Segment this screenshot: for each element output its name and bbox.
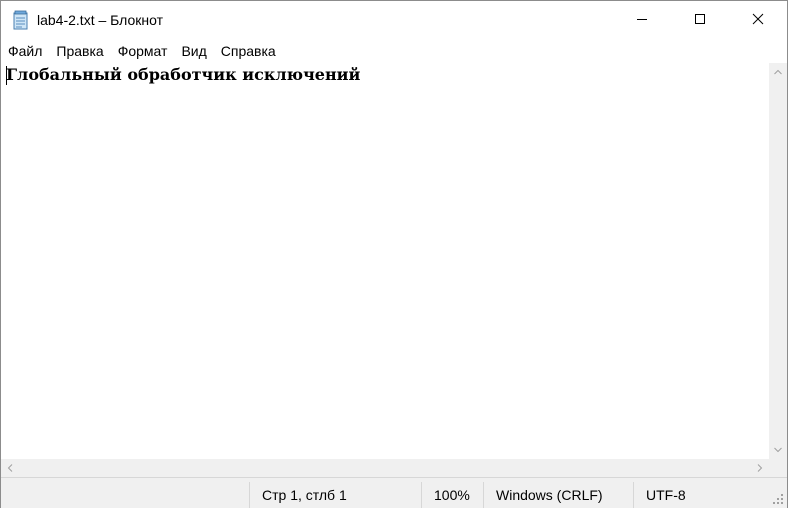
status-bar: Стр 1, стлб 1 100% Windows (CRLF) UTF-8 [1,477,787,508]
editor-content: Глобальный обработчик исключений [6,65,361,84]
scroll-down-arrow-icon[interactable] [769,441,787,459]
window-title: lab4-2.txt – Блокнот [37,12,164,28]
text-editor[interactable]: Глобальный обработчик исключений [1,63,769,459]
menu-bar: Файл Правка Формат Вид Справка [1,39,787,63]
cursor-position: Стр 1, стлб 1 [249,482,421,508]
maximize-button[interactable] [671,1,729,39]
menu-help[interactable]: Справка [214,41,283,61]
maximize-icon [694,12,706,28]
close-icon [752,12,764,28]
horizontal-scrollbar[interactable] [1,459,769,477]
menu-file[interactable]: Файл [1,41,49,61]
scrollbar-corner [769,459,787,477]
minimize-icon [636,12,648,28]
text-caret [6,66,7,85]
close-button[interactable] [729,1,787,39]
notepad-icon [11,10,31,30]
line-ending: Windows (CRLF) [483,482,633,508]
zoom-level: 100% [421,482,483,508]
menu-format[interactable]: Формат [111,41,175,61]
menu-view[interactable]: Вид [174,41,213,61]
scroll-right-arrow-icon[interactable] [751,459,769,477]
notepad-window: lab4-2.txt – Блокнот Файл Правка Формат … [0,0,788,508]
title-bar[interactable]: lab4-2.txt – Блокнот [1,1,787,39]
minimize-button[interactable] [613,1,671,39]
scroll-left-arrow-icon[interactable] [1,459,19,477]
scroll-up-arrow-icon[interactable] [769,63,787,81]
menu-edit[interactable]: Правка [49,41,110,61]
encoding: UTF-8 [633,482,769,508]
resize-grip-icon[interactable] [771,490,785,506]
vertical-scrollbar[interactable] [769,63,787,459]
